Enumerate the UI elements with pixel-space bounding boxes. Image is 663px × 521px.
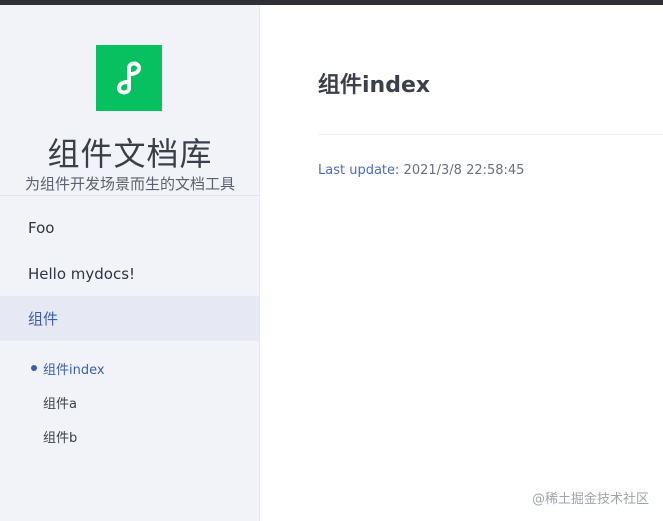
sidebar-subitem-component-b[interactable]: 组件b (0, 423, 260, 449)
mini-program-link-icon[interactable] (96, 45, 162, 111)
main-content: 组件index Last update: 2021/3/8 22:58:45 (261, 5, 663, 521)
sidebar-subitem-component-a[interactable]: 组件a (0, 389, 260, 415)
sidebar-subitem-label: 组件b (43, 430, 78, 446)
active-bullet-icon (31, 365, 37, 371)
sidebar-subitem-label: 组件index (43, 362, 105, 378)
sidebar-item-hello-mydocs[interactable]: Hello mydocs! (0, 251, 260, 296)
watermark: @稀土掘金技术社区 (531, 492, 649, 507)
sidebar-item-label: Hello mydocs! (28, 264, 136, 283)
content-divider (318, 134, 663, 135)
sidebar-item-label: Foo (28, 218, 55, 237)
sidebar-item-label: 组件 (28, 310, 59, 328)
sidebar-item-components[interactable]: 组件 (0, 296, 260, 341)
last-update: Last update: 2021/3/8 22:58:45 (318, 163, 524, 178)
site-description: 为组件开发场景而生的文档工具 (24, 175, 235, 193)
last-update-label: Last update: (318, 163, 400, 178)
sidebar-item-foo[interactable]: Foo (0, 205, 260, 250)
sidebar: 组件文档库 为组件开发场景而生的文档工具 Foo Hello mydocs! 组… (0, 5, 260, 521)
sidebar-subitem-label: 组件a (43, 396, 77, 412)
sidebar-divider (0, 195, 260, 196)
last-update-value: 2021/3/8 22:58:45 (403, 163, 525, 178)
site-title[interactable]: 组件文档库 (0, 129, 260, 175)
page-title: 组件index (318, 73, 431, 98)
sidebar-subitem-component-index[interactable]: 组件index (0, 355, 260, 381)
